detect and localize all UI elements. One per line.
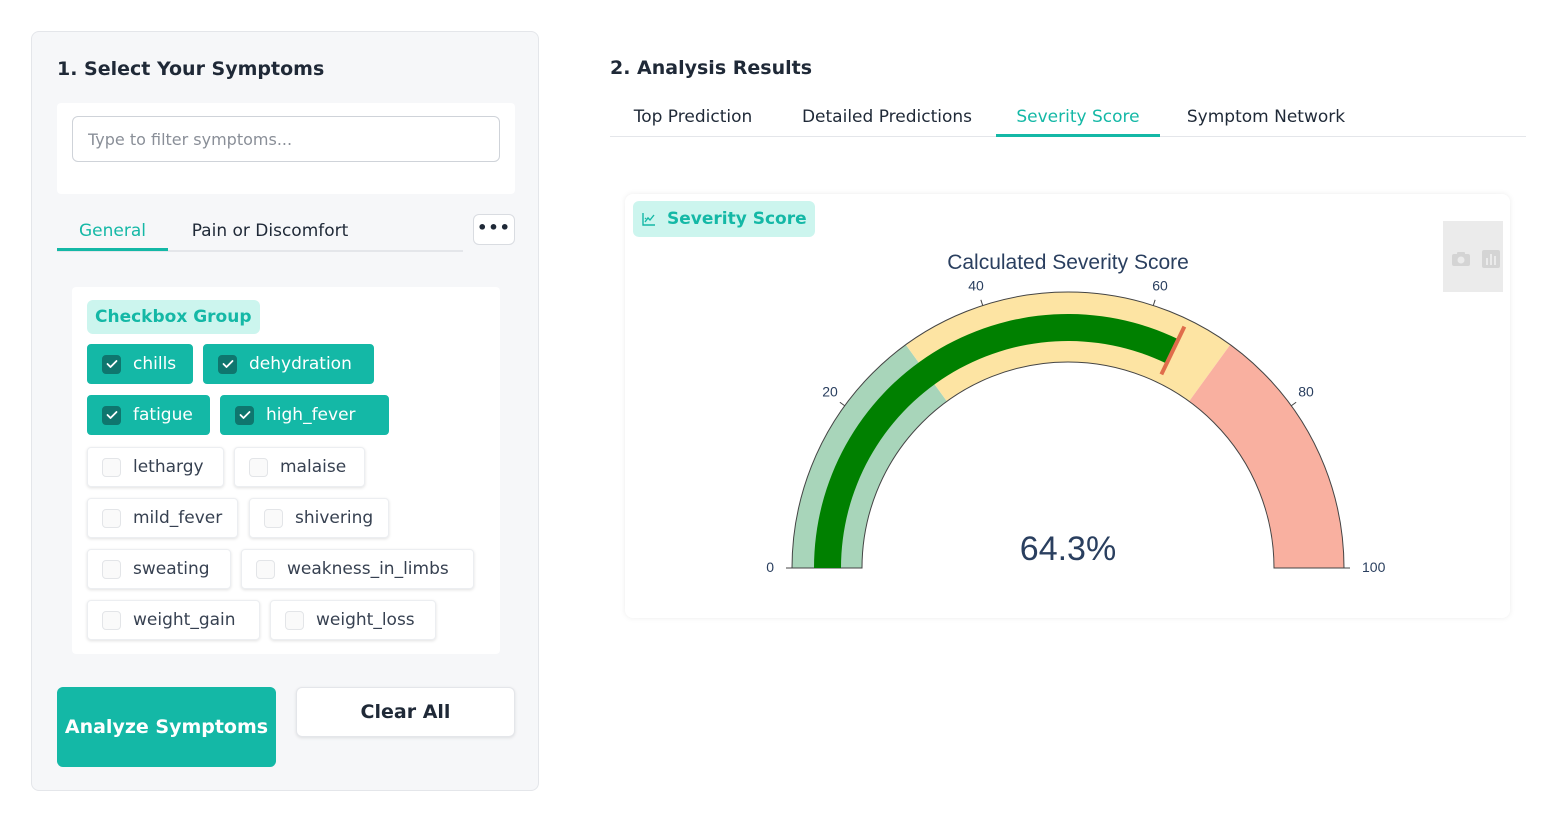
symptom-checkbox-high-fever[interactable]: high_fever bbox=[220, 395, 389, 435]
symptom-checkbox-lethargy[interactable]: lethargy bbox=[87, 447, 224, 487]
symptom-checkbox-mild-fever[interactable]: mild_fever bbox=[87, 498, 238, 538]
checkbox-icon[interactable] bbox=[285, 610, 304, 630]
checkbox-group-panel: Checkbox Group chills dehydration fatigue h… bbox=[72, 287, 500, 654]
symptom-checkbox-weight-gain[interactable]: weight_gain bbox=[87, 600, 260, 640]
symptom-label: chills bbox=[133, 354, 177, 374]
gauge-value-text: 64.3% bbox=[1020, 530, 1116, 568]
symptom-label: weight_gain bbox=[133, 610, 236, 630]
tab-pain-or-discomfort[interactable]: Pain or Discomfort bbox=[177, 212, 363, 250]
symptom-checkbox-malaise[interactable]: malaise bbox=[234, 447, 365, 487]
tab-severity-score[interactable]: Severity Score bbox=[996, 98, 1160, 137]
symptom-filter-input[interactable] bbox=[72, 116, 500, 162]
severity-gauge: Calculated Severity Score 0 20 40 60 80 100 6… bbox=[766, 251, 1386, 575]
gauge-tick-label: 80 bbox=[1298, 383, 1314, 399]
checkmark-icon[interactable] bbox=[102, 405, 121, 425]
checkbox-icon[interactable] bbox=[102, 610, 121, 630]
gauge-tick-label: 100 bbox=[1362, 559, 1386, 575]
tab-symptom-network[interactable]: Symptom Network bbox=[1168, 98, 1364, 136]
checkbox-icon[interactable] bbox=[249, 457, 268, 477]
symptom-label: lethargy bbox=[133, 457, 204, 477]
gauge-title: Calculated Severity Score bbox=[947, 251, 1189, 274]
gauge-tick bbox=[839, 401, 846, 407]
severity-plot-card: Severity Score Calculated Severity Score… bbox=[625, 194, 1510, 618]
clear-all-button[interactable]: Clear All bbox=[296, 687, 515, 737]
symptom-label: weakness_in_limbs bbox=[287, 559, 449, 579]
checkbox-icon[interactable] bbox=[102, 508, 121, 528]
symptom-category-tabs: General Pain or Discomfort bbox=[57, 212, 463, 252]
gauge-tick bbox=[980, 299, 984, 306]
results-tabs: Top Prediction Detailed Predictions Seve… bbox=[610, 98, 1526, 137]
gauge-tick bbox=[1152, 299, 1156, 306]
symptoms-panel-title: 1. Select Your Symptoms bbox=[57, 58, 325, 80]
symptom-checkbox-shivering[interactable]: shivering bbox=[249, 498, 389, 538]
symptom-label: sweating bbox=[133, 559, 210, 579]
symptom-label: shivering bbox=[295, 508, 374, 528]
analyze-symptoms-button[interactable]: Analyze Symptoms bbox=[57, 687, 276, 767]
tab-general[interactable]: General bbox=[57, 212, 168, 251]
symptoms-panel: 1. Select Your Symptoms General Pain or … bbox=[31, 31, 539, 791]
tab-top-prediction[interactable]: Top Prediction bbox=[610, 98, 776, 136]
symptom-label: dehydration bbox=[249, 354, 352, 374]
symptom-label: high_fever bbox=[266, 405, 356, 425]
more-tabs-button[interactable]: ••• bbox=[473, 214, 515, 245]
checkbox-group-label: Checkbox Group bbox=[87, 300, 260, 334]
symptom-checkbox-weight-loss[interactable]: weight_loss bbox=[270, 600, 436, 640]
results-panel-title: 2. Analysis Results bbox=[610, 57, 813, 79]
checkmark-icon[interactable] bbox=[235, 405, 254, 425]
tab-detailed-predictions[interactable]: Detailed Predictions bbox=[784, 98, 990, 136]
filter-container bbox=[57, 103, 515, 194]
checkbox-icon[interactable] bbox=[102, 559, 121, 579]
gauge-tick-label: 20 bbox=[822, 383, 838, 399]
checkbox-icon[interactable] bbox=[256, 559, 275, 579]
gauge-tick-label: 60 bbox=[1152, 277, 1168, 293]
symptom-checkbox-weakness-in-limbs[interactable]: weakness_in_limbs bbox=[241, 549, 474, 589]
checkmark-icon[interactable] bbox=[218, 354, 237, 374]
gauge-tick bbox=[1290, 401, 1297, 407]
symptom-checkbox-chills[interactable]: chills bbox=[87, 344, 193, 384]
symptom-checkbox-fatigue[interactable]: fatigue bbox=[87, 395, 210, 435]
symptom-checkbox-sweating[interactable]: sweating bbox=[87, 549, 231, 589]
checkmark-icon[interactable] bbox=[102, 354, 121, 374]
symptom-checkbox-dehydration[interactable]: dehydration bbox=[203, 344, 374, 384]
symptom-label: weight_loss bbox=[316, 610, 415, 630]
gauge-tick-label: 0 bbox=[766, 559, 774, 575]
checkbox-icon[interactable] bbox=[264, 508, 283, 528]
symptom-label: fatigue bbox=[133, 405, 193, 425]
gauge-tick-label: 40 bbox=[968, 277, 984, 293]
symptom-label: malaise bbox=[280, 457, 347, 477]
checkbox-icon[interactable] bbox=[102, 457, 121, 477]
symptom-label: mild_fever bbox=[133, 508, 223, 528]
